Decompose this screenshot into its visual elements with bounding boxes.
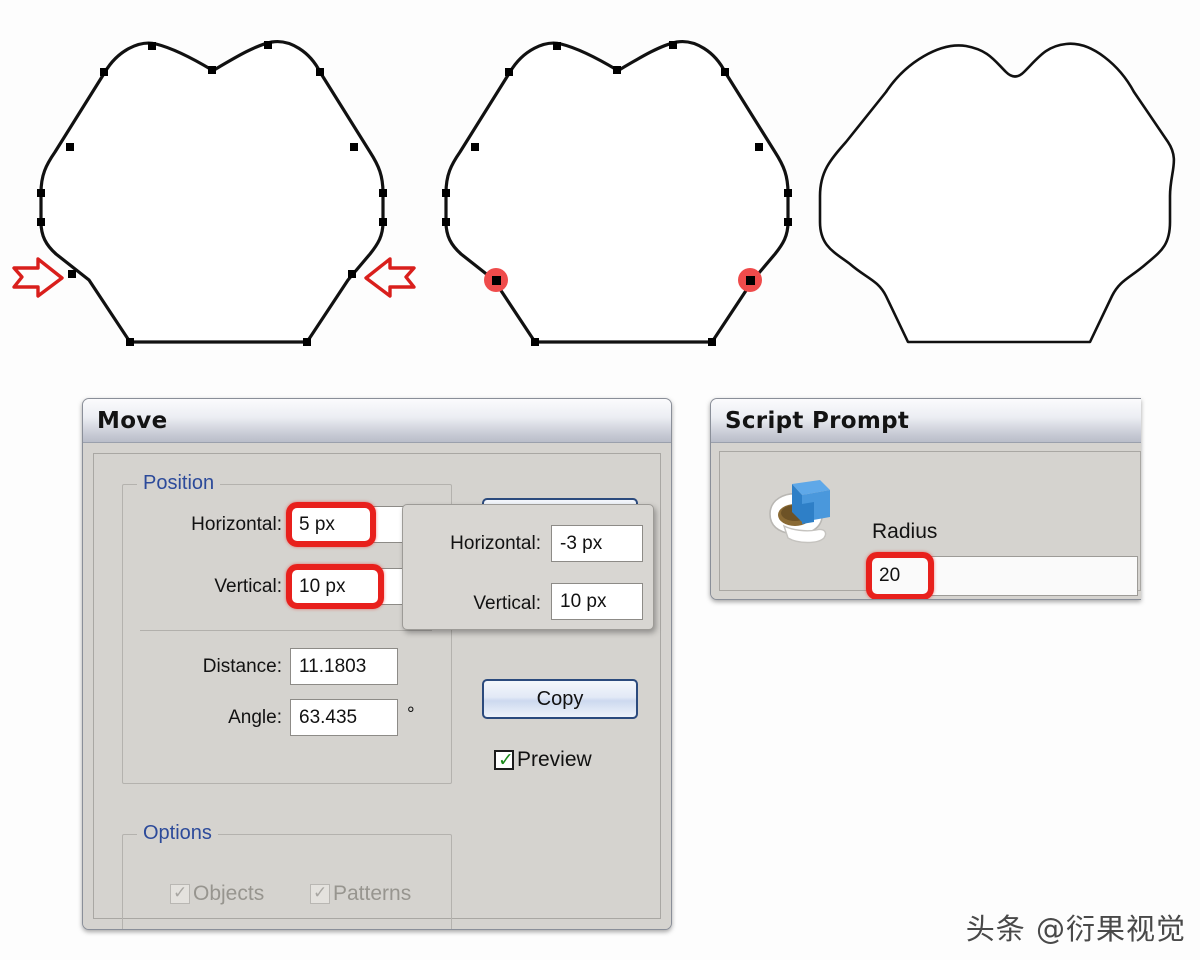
script-prompt-body: Radius 20 [711, 443, 1141, 599]
distance-label: Distance: [202, 656, 282, 677]
shape-2-group [442, 39, 792, 346]
position-separator [140, 630, 432, 631]
script-prompt-title: Script Prompt [725, 407, 910, 434]
radius-label: Radius [872, 520, 938, 543]
script-prompt-titlebar[interactable]: Script Prompt [711, 399, 1141, 443]
distance-input[interactable]: 11.1803 [290, 648, 398, 685]
vertical-label: Vertical: [214, 576, 282, 597]
patterns-checkbox[interactable]: ✓ [310, 883, 330, 904]
move-dialog-title: Move [97, 407, 168, 434]
horizontal-input[interactable]: 5 px [290, 506, 406, 543]
shape-3-group [818, 42, 1176, 344]
shape-3-outline [818, 42, 1176, 344]
watermark-text: 头条 @衍果视觉 [965, 912, 1186, 946]
overlay-horizontal-label: Horizontal: [450, 533, 541, 554]
illustration-area [0, 0, 1200, 380]
vertical-input[interactable]: 10 px [290, 568, 406, 605]
shape-1-group [12, 39, 416, 346]
move-dialog[interactable]: Move Position Horizontal: 5 px Vertical:… [82, 398, 672, 930]
check-icon: ✓ [498, 749, 514, 771]
preview-checkbox-row[interactable]: ✓ Preview [494, 748, 592, 772]
script-prompt-inner-pane: Radius 20 [719, 451, 1141, 599]
copy-button[interactable]: Copy [482, 679, 638, 719]
options-group-legend: Options [137, 822, 218, 845]
position-group-legend: Position [137, 472, 221, 495]
radius-input[interactable]: 20 [870, 556, 1138, 596]
move-dialog-titlebar[interactable]: Move [83, 399, 671, 443]
angle-degree-symbol: ° [407, 704, 415, 725]
shapes-svg [12, 39, 1176, 346]
preview-label: Preview [517, 748, 592, 771]
check-icon: ✓ [313, 883, 328, 903]
angle-input[interactable]: 63.435 [290, 699, 398, 736]
script-prompt-dialog[interactable]: Script Prompt Radius 20 [710, 398, 1141, 600]
horizontal-label: Horizontal: [191, 514, 282, 535]
angle-label: Angle: [228, 707, 282, 728]
overlay-horizontal-input[interactable]: -3 px [551, 525, 643, 562]
shape-1-outline [39, 39, 385, 344]
script-prompt-icon [769, 480, 830, 544]
shape-2-outline [444, 39, 790, 344]
objects-label: Objects [193, 882, 265, 905]
overlay-vertical-label: Vertical: [473, 593, 541, 614]
patterns-label: Patterns [333, 882, 412, 905]
objects-checkbox[interactable]: ✓ [170, 883, 190, 904]
overlay-values-panel[interactable]: Horizontal: -3 px Vertical: 10 px [402, 504, 654, 630]
patterns-checkbox-row[interactable]: ✓ Patterns [310, 882, 411, 906]
preview-checkbox[interactable]: ✓ [494, 750, 514, 770]
overlay-vertical-input[interactable]: 10 px [551, 583, 643, 620]
check-icon: ✓ [173, 883, 188, 903]
objects-checkbox-row[interactable]: ✓ Objects [170, 882, 264, 906]
arrow-left-annotation [364, 257, 416, 298]
arrow-right-annotation [12, 257, 64, 298]
